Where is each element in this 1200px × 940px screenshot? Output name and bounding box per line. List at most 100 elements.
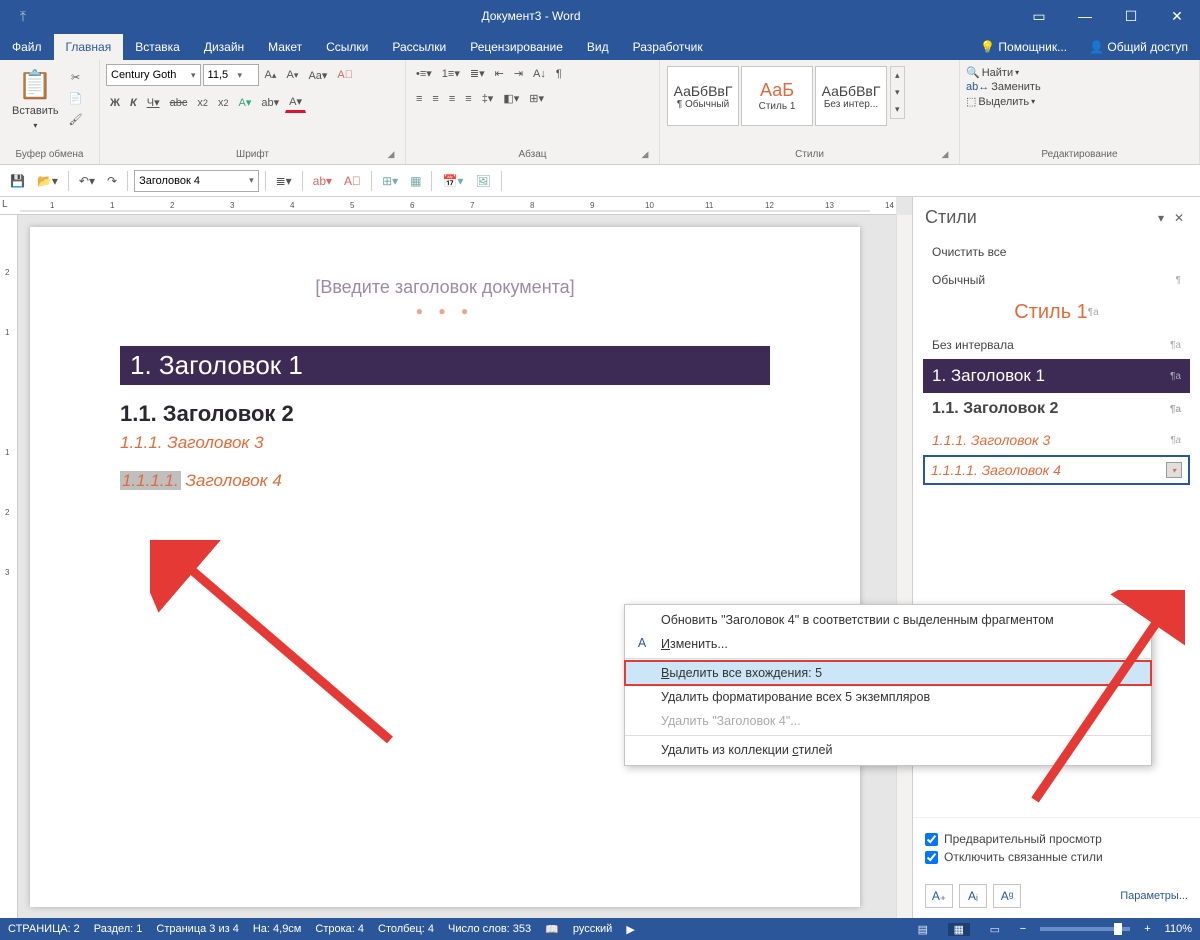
tab-view[interactable]: Вид: [575, 34, 621, 60]
tab-design[interactable]: Дизайн: [192, 34, 256, 60]
panel-close-icon[interactable]: ✕: [1170, 211, 1188, 225]
menu-remove-formatting[interactable]: Удалить форматирование всех 5 экземпляро…: [625, 685, 1151, 709]
styles-up-icon[interactable]: ▴: [891, 67, 904, 84]
title-placeholder[interactable]: [Введите заголовок документа]: [30, 277, 860, 298]
tell-me[interactable]: 💡 Помощник...: [970, 34, 1077, 60]
superscript-button[interactable]: x2: [214, 94, 233, 112]
document-page[interactable]: [Введите заголовок документа] ● ● ● 1. З…: [30, 227, 860, 907]
heading-3[interactable]: 1.1.1. Заголовок 3: [120, 433, 770, 453]
tab-file[interactable]: Файл: [0, 34, 54, 60]
style-tile-normal[interactable]: АаБбВвГ¶ Обычный: [667, 66, 739, 126]
copy-icon[interactable]: 📄: [65, 89, 87, 108]
bold-button[interactable]: Ж: [106, 94, 124, 112]
find-button[interactable]: 🔍 Найти ▾: [966, 66, 1041, 79]
view-web-icon[interactable]: ▭: [984, 923, 1006, 936]
status-page[interactable]: СТРАНИЦА: 2: [8, 923, 80, 935]
minimize-button[interactable]: —: [1062, 0, 1108, 32]
cut-icon[interactable]: ✂: [65, 68, 87, 87]
status-line[interactable]: Строка: 4: [315, 923, 364, 935]
styles-more-icon[interactable]: ▾: [891, 101, 904, 118]
autosave-icon[interactable]: ⤒: [0, 0, 46, 32]
align-left-icon[interactable]: ≡: [412, 90, 426, 108]
tab-references[interactable]: Ссылки: [314, 34, 380, 60]
vertical-ruler[interactable]: 21123: [0, 215, 18, 918]
status-proofing-icon[interactable]: 📖: [545, 923, 559, 936]
view-read-icon[interactable]: ▤: [912, 923, 934, 936]
zoom-in-button[interactable]: +: [1144, 923, 1150, 935]
highlight-icon[interactable]: ab▾: [257, 93, 283, 112]
shrink-font-icon[interactable]: A▾: [282, 66, 302, 84]
undo-icon[interactable]: ↶▾: [75, 171, 99, 191]
style-inspector-icon[interactable]: Aᵢ: [959, 884, 987, 908]
heading-4[interactable]: 1.1.1.1. Заголовок 4: [120, 471, 770, 491]
menu-update-style[interactable]: Обновить "Заголовок 4" в соответствии с …: [625, 608, 1151, 632]
qat-highlight-icon[interactable]: ab▾: [309, 171, 336, 191]
share-button[interactable]: 👤 Общий доступ: [1077, 34, 1200, 60]
status-language[interactable]: русский: [573, 923, 612, 935]
menu-modify-style[interactable]: AИзменить...: [625, 632, 1151, 656]
tab-review[interactable]: Рецензирование: [458, 34, 575, 60]
panel-dropdown-icon[interactable]: ▾: [1152, 211, 1170, 225]
select-button[interactable]: ⬚ Выделить ▾: [966, 95, 1041, 108]
paste-button[interactable]: 📋 Вставить ▾: [6, 64, 65, 134]
launcher-icon[interactable]: ◢: [385, 149, 397, 161]
shading-icon[interactable]: ◧▾: [499, 89, 523, 108]
strike-button[interactable]: abc: [166, 94, 192, 112]
font-color-icon[interactable]: A▾: [285, 92, 306, 113]
document-editor[interactable]: L 11234567891011121314 21123 [Введите за…: [0, 197, 912, 918]
heading-2[interactable]: 1.1. Заголовок 2: [120, 401, 770, 427]
sort-icon[interactable]: A↓: [529, 65, 550, 83]
style-item-nospace[interactable]: Без интервала¶a: [923, 331, 1190, 359]
tab-mailings[interactable]: Рассылки: [380, 34, 458, 60]
status-section[interactable]: Раздел: 1: [94, 923, 143, 935]
style-selector-combo[interactable]: ▾: [134, 170, 259, 192]
pilcrow-icon[interactable]: ¶: [552, 65, 566, 83]
font-size-combo[interactable]: ▾: [203, 64, 259, 86]
align-center-icon[interactable]: ≡: [428, 90, 442, 108]
horizontal-ruler[interactable]: L 11234567891011121314: [0, 197, 896, 215]
close-button[interactable]: ✕: [1154, 0, 1200, 32]
indent-icon[interactable]: ⇥: [510, 64, 527, 83]
manage-styles-icon[interactable]: Aᵍ: [993, 884, 1021, 908]
qat-list-icon[interactable]: ≣▾: [272, 171, 296, 191]
grow-font-icon[interactable]: A▴: [261, 66, 281, 84]
menu-remove-from-gallery[interactable]: Удалить из коллекции стилей: [625, 738, 1151, 762]
text-effects-icon[interactable]: A▾: [235, 93, 256, 112]
maximize-button[interactable]: ☐: [1108, 0, 1154, 32]
style-tile-nospace[interactable]: АаБбВвГБез интер...: [815, 66, 887, 126]
open-icon[interactable]: 📂▾: [33, 171, 62, 191]
status-macro-icon[interactable]: ▶: [626, 923, 634, 936]
styles-down-icon[interactable]: ▾: [891, 84, 904, 101]
disable-linked-checkbox[interactable]: Отключить связанные стили: [925, 850, 1188, 864]
new-style-icon[interactable]: A₊: [925, 884, 953, 908]
status-page-of[interactable]: Страница 3 из 4: [156, 923, 238, 935]
launcher-icon[interactable]: ◢: [639, 149, 651, 161]
outdent-icon[interactable]: ⇤: [491, 64, 508, 83]
qat-table-icon[interactable]: ⊞▾: [378, 171, 402, 191]
zoom-slider[interactable]: [1040, 927, 1130, 931]
launcher-icon[interactable]: ◢: [939, 149, 951, 161]
tab-layout[interactable]: Макет: [256, 34, 314, 60]
multilevel-icon[interactable]: ≣▾: [466, 64, 489, 83]
view-print-icon[interactable]: ▦: [948, 923, 970, 936]
style-item-h3[interactable]: 1.1.1. Заголовок 3¶a: [923, 425, 1190, 455]
zoom-out-button[interactable]: −: [1020, 923, 1026, 935]
redo-icon[interactable]: ↷: [103, 171, 121, 191]
heading-1[interactable]: 1. Заголовок 1: [120, 346, 770, 385]
align-right-icon[interactable]: ≡: [445, 90, 459, 108]
underline-button[interactable]: Ч▾: [143, 93, 164, 112]
style-item-style1[interactable]: Стиль 1¶a: [923, 294, 1190, 331]
status-position[interactable]: На: 4,9см: [253, 923, 302, 935]
qat-image-icon[interactable]: 🖼: [471, 171, 494, 191]
tab-insert[interactable]: Вставка: [123, 34, 192, 60]
style-item-h1[interactable]: 1. Заголовок 1¶a: [923, 359, 1190, 393]
style-item-normal[interactable]: Обычный¶: [923, 266, 1190, 294]
bullets-icon[interactable]: •≡▾: [412, 64, 436, 83]
status-column[interactable]: Столбец: 4: [378, 923, 434, 935]
style-clear-all[interactable]: Очистить все: [923, 238, 1190, 266]
tab-developer[interactable]: Разработчик: [621, 34, 715, 60]
style-tile-style1[interactable]: АаБСтиль 1: [741, 66, 813, 126]
subscript-button[interactable]: x2: [193, 94, 212, 112]
vertical-scrollbar[interactable]: [896, 215, 912, 918]
clear-format-icon[interactable]: A⃠: [333, 66, 357, 84]
